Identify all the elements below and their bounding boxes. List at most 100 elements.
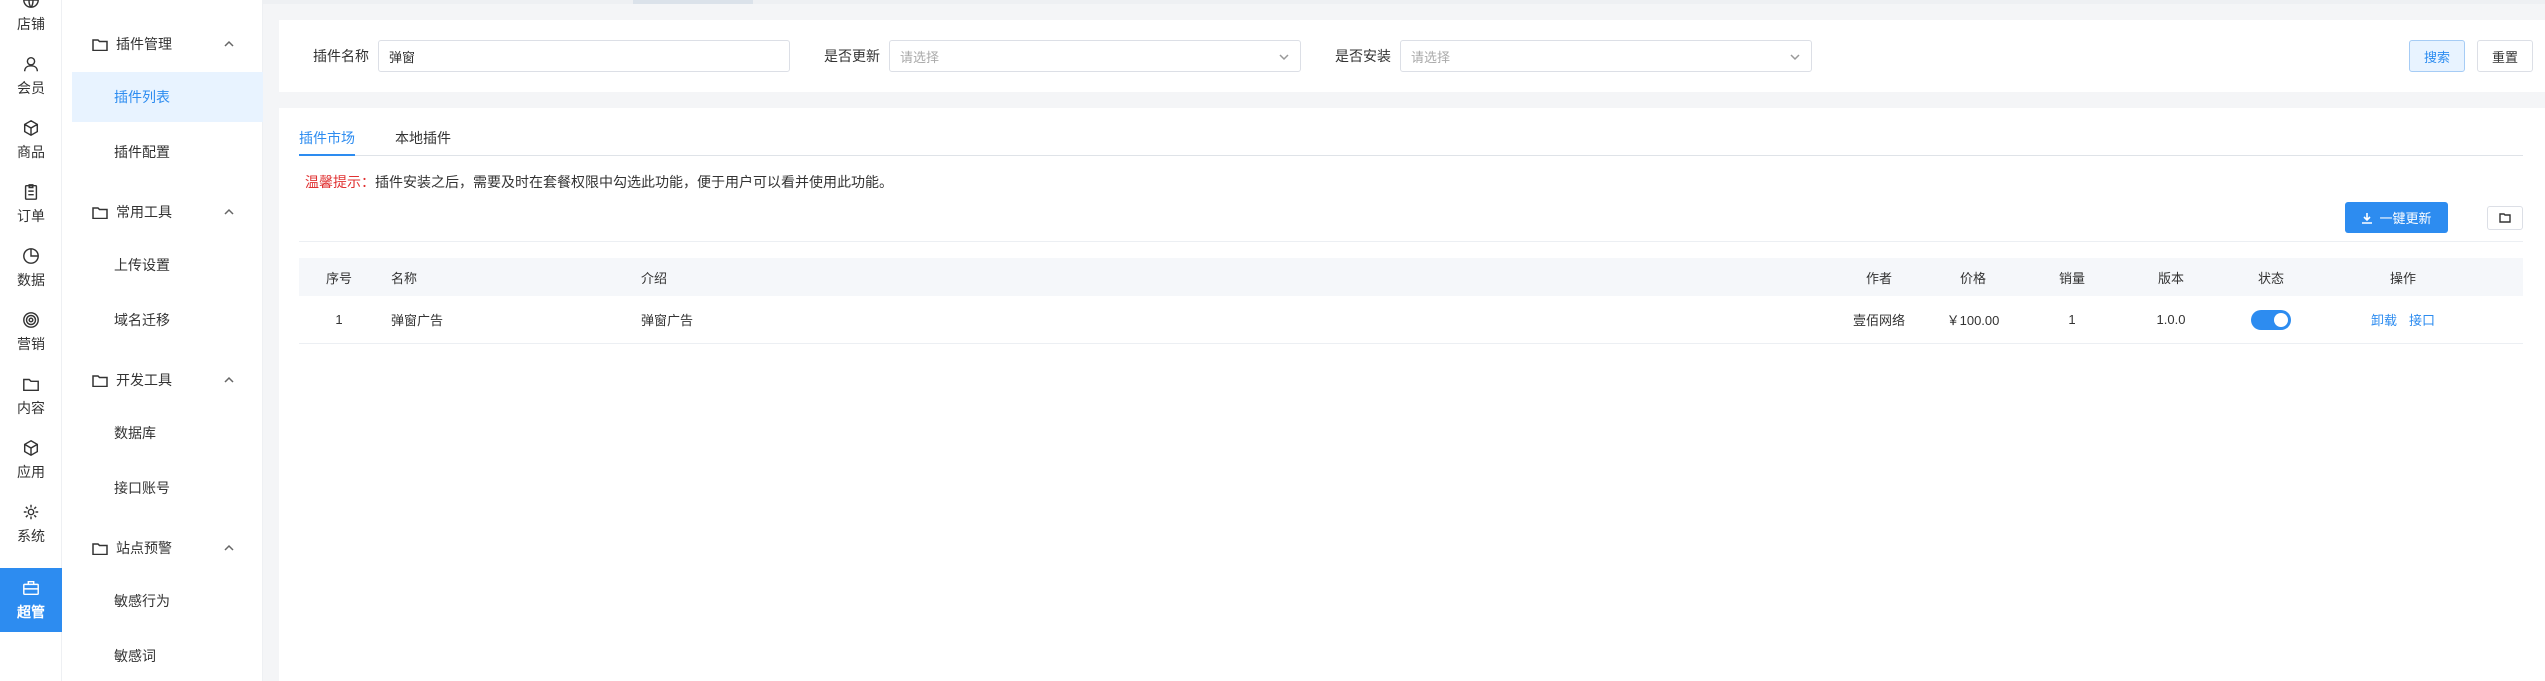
plugin-name-input[interactable]: 弹窗 [378, 40, 790, 72]
table-header: 序号 名称 介绍 作者 价格 销量 版本 状态 操作 [299, 258, 2523, 296]
rail-item-label: 营销 [17, 335, 45, 352]
submenu-group-title: 开发工具 [116, 372, 172, 388]
folder-icon [92, 374, 108, 387]
briefcase-icon [23, 580, 39, 595]
col-header-name: 名称 [391, 270, 418, 286]
search-panel: 插件名称 弹窗 是否更新 请选择 是否安装 请选择 搜索 重置 [279, 20, 2545, 92]
rail-item-data[interactable]: 数据 [0, 236, 62, 300]
chevron-up-icon [223, 542, 235, 554]
col-header-status: 状态 [2257, 270, 2284, 286]
toggle-knob [2274, 312, 2288, 327]
rail-item-label: 商品 [17, 143, 45, 160]
folder-icon [92, 206, 108, 219]
update-filter-placeholder: 请选择 [900, 49, 940, 65]
submenu-item-sensitive-behavior[interactable]: 敏感行为 [72, 576, 263, 626]
tab-active-indicator [299, 154, 355, 156]
top-tab-strip [263, 0, 2545, 4]
rail-item-label: 会员 [17, 79, 45, 96]
main-nav-rail: 店铺 会员 商品 订单 数据 营销 内容 应用 系统 超管 [0, 0, 62, 681]
col-header-price: 价格 [1959, 270, 1986, 286]
tab-local-plugins[interactable]: 本地插件 [395, 128, 451, 148]
submenu-group-plugin-manage[interactable]: 插件管理 [62, 24, 263, 64]
chevron-down-icon [1278, 51, 1290, 63]
submenu-item-api-account[interactable]: 接口账号 [72, 463, 263, 513]
uninstall-link[interactable]: 卸载 [2371, 310, 2397, 329]
search-button[interactable]: 搜索 [2409, 40, 2465, 72]
main-panel: 插件市场 本地插件 温馨提示：插件安装之后，需要及时在套餐权限中勾选此功能，便于… [279, 108, 2545, 681]
update-all-button[interactable]: 一键更新 [2345, 202, 2448, 233]
rail-item-label: 系统 [17, 527, 45, 544]
submenu-item-domain-migrate[interactable]: 域名迁移 [72, 295, 263, 345]
submenu-group-title: 插件管理 [116, 36, 172, 52]
cell-sales: 1 [2068, 312, 2076, 327]
rail-item-label: 超管 [17, 603, 45, 620]
box-icon [23, 119, 39, 136]
user-icon [23, 56, 39, 71]
chevron-up-icon [223, 206, 235, 218]
tab-plugin-market[interactable]: 插件市场 [299, 128, 355, 148]
submenu-group-title: 站点预警 [116, 540, 172, 556]
col-header-intro: 介绍 [641, 270, 668, 286]
submenu-group-dev-tools[interactable]: 开发工具 [62, 360, 263, 400]
rail-item-order[interactable]: 订单 [0, 172, 62, 236]
col-header-sales: 销量 [2058, 270, 2085, 286]
cell-author: 壹佰网络 [1852, 313, 1905, 328]
cell-ops: 卸载 接口 [2343, 296, 2463, 343]
chevron-up-icon [223, 374, 235, 386]
submenu-item-plugin-config[interactable]: 插件配置 [72, 127, 263, 177]
submenu-item-plugin-list[interactable]: 插件列表 [72, 72, 263, 122]
folder-icon [2499, 213, 2511, 223]
rail-item-content[interactable]: 内容 [0, 364, 62, 428]
submenu-item-database[interactable]: 数据库 [72, 408, 263, 458]
sub-menu: 插件管理 插件列表 插件配置 常用工具 上传设置 域名迁移 开发工具 数据库 接… [62, 0, 263, 681]
pie-chart-icon [23, 247, 39, 264]
rail-item-label: 应用 [17, 463, 45, 480]
cell-version: 1.0.0 [2156, 312, 2186, 327]
install-filter-select[interactable]: 请选择 [1400, 40, 1812, 72]
folder-icon [92, 38, 108, 51]
toolbar-divider [299, 241, 2523, 242]
plugin-name-label: 插件名称 [313, 48, 369, 64]
cell-price: ￥100.00 [1946, 313, 2000, 328]
status-toggle[interactable] [2251, 309, 2291, 330]
api-link[interactable]: 接口 [2409, 310, 2435, 329]
cube-icon [23, 439, 39, 456]
rail-item-superadmin[interactable]: 超管 [0, 568, 62, 632]
update-filter-select[interactable]: 请选择 [889, 40, 1301, 72]
top-tab[interactable] [633, 0, 753, 4]
rail-item-apps[interactable]: 应用 [0, 428, 62, 492]
rail-item-label: 内容 [17, 399, 45, 416]
target-icon [23, 311, 39, 328]
submenu-group-common-tools[interactable]: 常用工具 [62, 192, 263, 232]
submenu-group-title: 常用工具 [116, 204, 172, 220]
install-filter-placeholder: 请选择 [1411, 49, 1451, 65]
submenu-item-upload-settings[interactable]: 上传设置 [72, 240, 263, 290]
rail-item-member[interactable]: 会员 [0, 44, 62, 108]
install-filter-label: 是否安装 [1335, 48, 1391, 64]
globe-icon [23, 0, 39, 8]
rail-item-label: 店铺 [17, 15, 45, 32]
tip-prefix: 温馨提示： [305, 174, 375, 190]
rail-item-label: 数据 [17, 271, 45, 288]
col-header-ops: 操作 [2389, 270, 2416, 286]
col-header-version: 版本 [2157, 270, 2184, 286]
rail-item-goods[interactable]: 商品 [0, 108, 62, 172]
folder-icon [23, 378, 39, 391]
clipboard-icon [24, 183, 38, 200]
folder-icon [92, 542, 108, 555]
submenu-item-sensitive-words[interactable]: 敏感词 [72, 631, 263, 681]
rail-item-system[interactable]: 系统 [0, 492, 62, 556]
cell-index: 1 [335, 312, 343, 327]
rail-item-marketing[interactable]: 营销 [0, 300, 62, 364]
reset-button[interactable]: 重置 [2477, 40, 2533, 72]
download-icon [2362, 212, 2373, 224]
tab-divider [299, 155, 2523, 156]
rail-item-store[interactable]: 店铺 [0, 0, 62, 44]
cell-status [2231, 296, 2311, 343]
update-filter-label: 是否更新 [824, 48, 880, 64]
cell-name: 弹窗广告 [391, 313, 444, 328]
submenu-group-site-alert[interactable]: 站点预警 [62, 528, 263, 568]
open-folder-button[interactable] [2487, 206, 2523, 230]
chevron-up-icon [223, 38, 235, 50]
col-header-author: 作者 [1865, 270, 1892, 286]
